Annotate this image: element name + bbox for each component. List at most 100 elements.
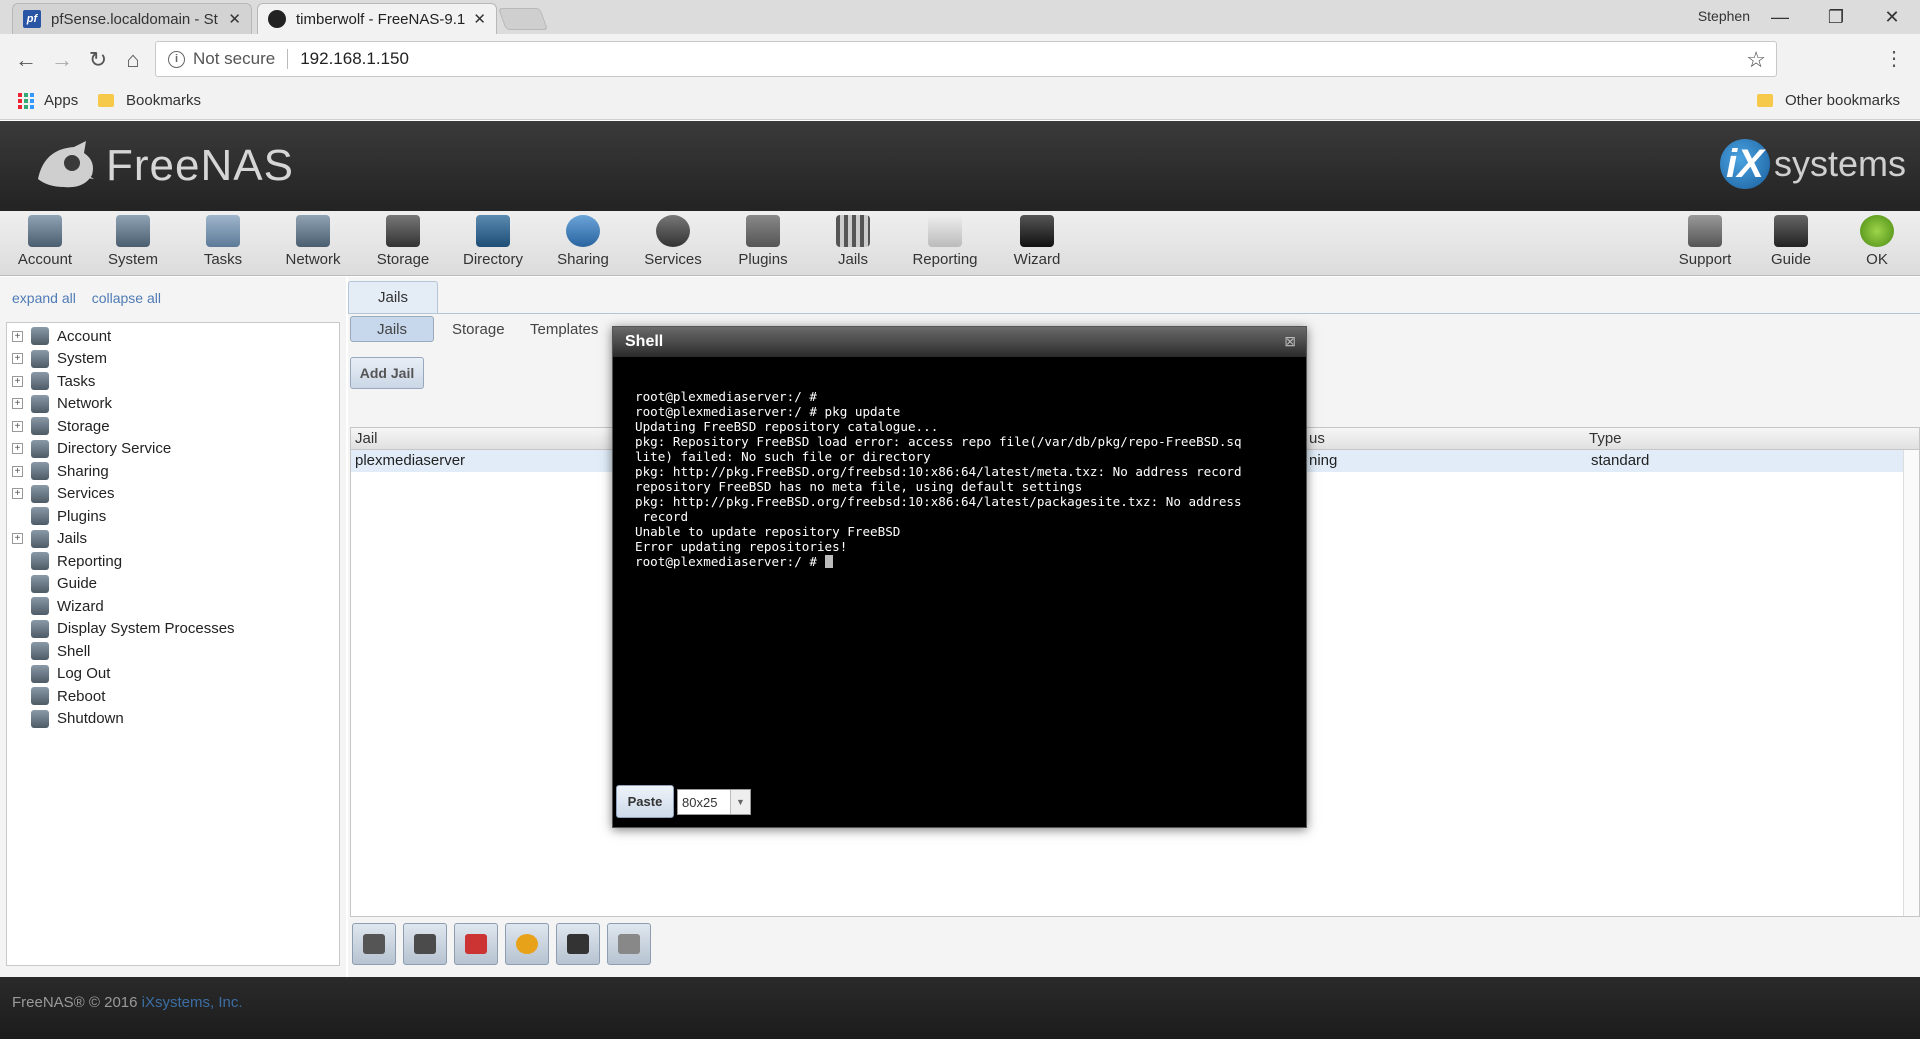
collapse-all-link[interactable]: collapse all bbox=[92, 290, 161, 306]
topmenu-alert-ok[interactable]: OK bbox=[1832, 215, 1920, 268]
new-tab-button[interactable] bbox=[497, 8, 549, 30]
reload-icon[interactable]: ↻ bbox=[82, 44, 114, 76]
browser-tab-pfsense[interactable]: pf pfSense.localdomain - St ✕ bbox=[12, 3, 252, 34]
browser-tab-freenas[interactable]: timberwolf - FreeNAS-9.1 ✕ bbox=[257, 3, 497, 34]
sidebar-item-shutdown[interactable]: Shutdown bbox=[7, 708, 124, 730]
topmenu-account[interactable]: Account bbox=[0, 215, 90, 268]
address-bar[interactable]: i Not secure 192.168.1.150 ☆ bbox=[155, 41, 1777, 77]
topmenu-support[interactable]: Support bbox=[1660, 215, 1750, 268]
topmenu-plugins[interactable]: Plugins bbox=[718, 215, 808, 268]
topmenu-system[interactable]: System bbox=[88, 215, 178, 268]
expand-plus-icon[interactable]: + bbox=[12, 420, 23, 432]
tab-storage[interactable]: Storage bbox=[438, 316, 519, 342]
minimize-icon[interactable]: — bbox=[1752, 0, 1808, 34]
bookmark-apps[interactable]: Apps bbox=[18, 92, 78, 109]
sidebar-item-services[interactable]: + Services bbox=[7, 483, 115, 505]
column-header-jail[interactable]: Jail bbox=[355, 430, 378, 447]
topmenu-wizard[interactable]: Wizard bbox=[992, 215, 1082, 268]
plugins-icon bbox=[31, 507, 49, 525]
tab-jails-outer[interactable]: Jails bbox=[348, 281, 438, 313]
restart-jail-button[interactable] bbox=[505, 923, 549, 965]
forward-icon[interactable]: → bbox=[46, 44, 78, 76]
sidebar-item-reporting[interactable]: Reporting bbox=[7, 550, 122, 572]
bookmark-other[interactable]: Other bookmarks bbox=[1756, 92, 1900, 109]
freenas-wordmark: FreeNAS bbox=[106, 141, 294, 190]
terminal-size-select[interactable]: 80x25 ▼ bbox=[677, 789, 751, 815]
chevron-down-icon[interactable]: ▼ bbox=[730, 790, 750, 814]
expand-plus-icon[interactable]: + bbox=[12, 353, 23, 364]
close-icon[interactable]: ⊠ bbox=[1284, 333, 1296, 350]
topmenu-directory[interactable]: Directory bbox=[448, 215, 538, 268]
sidebar-item-storage[interactable]: + Storage bbox=[7, 415, 110, 437]
topmenu-guide[interactable]: Guide bbox=[1746, 215, 1836, 268]
profile-name[interactable]: Stephen bbox=[1698, 8, 1750, 24]
sidebar-item-shell[interactable]: Shell bbox=[7, 640, 90, 662]
paste-button[interactable]: Paste bbox=[616, 785, 674, 818]
expand-plus-icon[interactable]: + bbox=[12, 330, 23, 342]
delete-jail-button[interactable] bbox=[607, 923, 651, 965]
expand-plus-icon[interactable]: + bbox=[12, 443, 23, 454]
freenas-shark-icon bbox=[268, 10, 286, 28]
sidebar-item-jails[interactable]: + Jails bbox=[7, 528, 87, 550]
topmenu-tasks[interactable]: Tasks bbox=[178, 215, 268, 268]
topmenu-storage[interactable]: Storage bbox=[358, 215, 448, 268]
company-link[interactable]: iXsystems, Inc. bbox=[142, 994, 243, 1011]
sidebar-item-plugins[interactable]: Plugins bbox=[7, 505, 106, 527]
terminal-output[interactable]: root@plexmediaserver:/ # root@plexmediase… bbox=[635, 389, 1299, 569]
restore-icon[interactable]: ❐ bbox=[1808, 0, 1864, 34]
expand-plus-icon[interactable]: + bbox=[12, 375, 23, 387]
reporting-icon bbox=[31, 552, 49, 570]
sidebar-item-reboot[interactable]: Reboot bbox=[7, 685, 105, 707]
ix-mark: iX bbox=[1719, 139, 1770, 189]
bookmark-star-icon[interactable]: ☆ bbox=[1746, 47, 1766, 73]
sidebar-item-sharing[interactable]: + Sharing bbox=[7, 460, 109, 482]
browser-menu-icon[interactable]: ⋮ bbox=[1884, 46, 1904, 71]
sidebar-item-processes[interactable]: Display System Processes bbox=[7, 618, 235, 640]
add-jail-button[interactable]: Add Jail bbox=[350, 357, 424, 389]
window-close-icon[interactable]: ✕ bbox=[1864, 0, 1920, 34]
sidebar-item-label: Jails bbox=[57, 530, 88, 547]
column-header-status[interactable]: us bbox=[1309, 430, 1325, 447]
sidebar-item-account[interactable]: + Account bbox=[7, 325, 111, 347]
topmenu-reporting[interactable]: Reporting bbox=[900, 215, 990, 268]
system-icon bbox=[116, 215, 150, 247]
account-icon bbox=[31, 327, 49, 345]
sidebar-item-tasks[interactable]: + Tasks bbox=[7, 370, 95, 392]
close-icon[interactable]: ✕ bbox=[473, 10, 486, 28]
tab-jails[interactable]: Jails bbox=[350, 316, 434, 342]
bookmark-folder[interactable]: Bookmarks bbox=[98, 92, 201, 109]
expand-all-link[interactable]: expand all bbox=[12, 290, 76, 306]
topmenu-services[interactable]: Services bbox=[628, 215, 718, 268]
expand-plus-icon[interactable]: + bbox=[12, 533, 23, 544]
top-menu: Account System Tasks Network Storage Dir… bbox=[0, 211, 1920, 276]
close-icon[interactable]: ✕ bbox=[228, 10, 241, 28]
url-text[interactable]: 192.168.1.150 bbox=[300, 49, 409, 69]
column-header-type[interactable]: Type bbox=[1589, 430, 1622, 447]
sidebar-item-system[interactable]: + System bbox=[7, 348, 107, 370]
topmenu-jails[interactable]: Jails bbox=[808, 215, 898, 268]
topmenu-sharing[interactable]: Sharing bbox=[538, 215, 628, 268]
jails-icon bbox=[31, 529, 49, 548]
home-icon[interactable]: ⌂ bbox=[117, 44, 149, 76]
topmenu-network[interactable]: Network bbox=[268, 215, 358, 268]
folder-icon bbox=[1756, 94, 1773, 107]
sidebar-item-network[interactable]: + Network bbox=[7, 393, 112, 415]
stop-jail-button[interactable] bbox=[454, 923, 498, 965]
jails-icon bbox=[836, 215, 870, 247]
back-icon[interactable]: ← bbox=[10, 44, 42, 76]
restart-icon bbox=[516, 934, 538, 954]
sidebar-item-guide[interactable]: Guide bbox=[7, 573, 97, 595]
info-icon[interactable]: i bbox=[168, 50, 185, 68]
expand-plus-icon[interactable]: + bbox=[12, 488, 23, 499]
tab-templates[interactable]: Templates bbox=[516, 316, 612, 342]
expand-plus-icon[interactable]: + bbox=[12, 465, 23, 477]
grid-scrollbar[interactable] bbox=[1903, 450, 1919, 916]
sidebar-item-logout[interactable]: Log Out bbox=[7, 663, 110, 685]
expand-plus-icon[interactable]: + bbox=[12, 398, 23, 409]
sidebar-item-wizard[interactable]: Wizard bbox=[7, 595, 104, 617]
sidebar-item-label: Log Out bbox=[57, 665, 111, 682]
sidebar-item-directory[interactable]: + Directory Service bbox=[7, 438, 171, 460]
add-storage-button[interactable] bbox=[403, 923, 447, 965]
edit-jail-button[interactable] bbox=[352, 923, 396, 965]
shell-button[interactable] bbox=[556, 923, 600, 965]
